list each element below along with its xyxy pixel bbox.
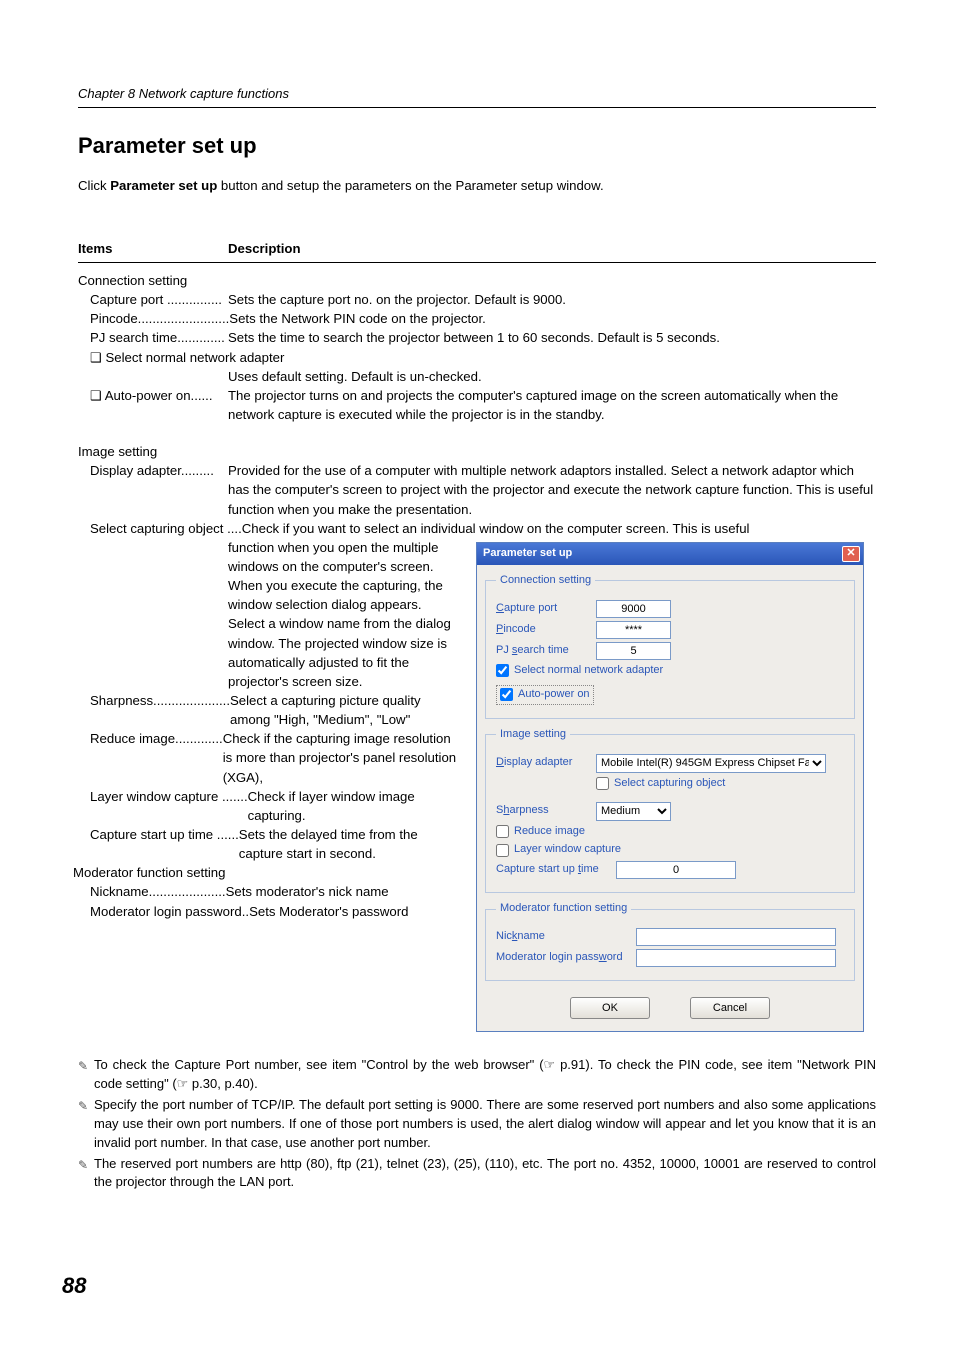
sharpness-label: Sharpness bbox=[90, 693, 153, 708]
cancel-button[interactable]: Cancel bbox=[690, 997, 770, 1019]
moderator-password-label: Moderator login password bbox=[90, 904, 242, 919]
capture-port-desc: Sets the capture port no. on the project… bbox=[228, 290, 876, 309]
normal-adapter-checkbox[interactable] bbox=[496, 664, 509, 677]
moderator-password-desc: Sets Moderator's password bbox=[249, 902, 458, 921]
reduce-image-checkbox[interactable] bbox=[496, 825, 509, 838]
pencil-icon: ✎ bbox=[78, 1096, 94, 1153]
dlg-sharpness-label: Sharpness bbox=[496, 803, 596, 819]
ok-button[interactable]: OK bbox=[570, 997, 650, 1019]
sharpness-select[interactable]: Medium bbox=[596, 802, 671, 821]
dots: ...... bbox=[191, 388, 213, 403]
image-setting-heading: Image setting bbox=[78, 442, 876, 461]
reduce-image-desc: Check if the capturing image resolution … bbox=[223, 729, 458, 786]
pjsearch-label: PJ search time bbox=[90, 330, 177, 345]
display-adapter-select[interactable]: Mobile Intel(R) 945GM Express Chipset Fa… bbox=[596, 754, 826, 773]
dialog-title: Parameter set up bbox=[483, 546, 572, 562]
layer-window-capture-checkbox[interactable] bbox=[496, 844, 509, 857]
select-capturing-object-label: Select capturing object bbox=[90, 521, 223, 536]
image-setting-group: Image setting Display adapter Mobile Int… bbox=[485, 727, 855, 894]
sharpness-desc: Select a capturing picture quality among… bbox=[230, 691, 458, 729]
dots: ............... bbox=[163, 292, 222, 307]
dlg-nickname-label: Nickname bbox=[496, 929, 636, 945]
moderator-setting-group: Moderator function setting Nickname Mode… bbox=[485, 901, 855, 981]
pincode-desc: Sets the Network PIN code on the project… bbox=[229, 309, 876, 328]
dots: ......... bbox=[181, 463, 214, 478]
dialog-titlebar[interactable]: Parameter set up ✕ bbox=[477, 543, 863, 565]
dlg-pjsearch-label: PJ search time bbox=[496, 643, 596, 659]
close-icon[interactable]: ✕ bbox=[842, 546, 860, 562]
normal-adapter-desc: Uses default setting. Default is un-chec… bbox=[78, 367, 876, 386]
dots: .... bbox=[223, 521, 241, 536]
capture-startup-label: Capture start up time bbox=[90, 827, 213, 842]
autopower-label: ❑ Auto-power on bbox=[90, 388, 191, 403]
dots: .. bbox=[242, 904, 249, 919]
col-items: Items bbox=[78, 239, 228, 258]
select-capturing-object-checkbox[interactable] bbox=[596, 777, 609, 790]
dots: ..................... bbox=[149, 884, 226, 899]
dots: ....... bbox=[218, 789, 247, 804]
dlg-display-adapter-label: Display adapter bbox=[496, 755, 596, 771]
intro-bold: Parameter set up bbox=[110, 178, 217, 193]
display-adapter-label: Display adapter bbox=[90, 463, 181, 478]
display-adapter-desc: Provided for the use of a computer with … bbox=[228, 461, 876, 518]
dlg-csu-label: Capture start up time bbox=[496, 862, 616, 878]
dlg-capture-port-label: Capture port bbox=[496, 601, 596, 617]
select-capturing-object-desc-wide: Check if you want to select an individua… bbox=[242, 519, 876, 538]
dlg-lwc-label: Layer window capture bbox=[514, 842, 621, 858]
page-title: Parameter set up bbox=[78, 130, 876, 162]
dots: ......................... bbox=[138, 311, 230, 326]
nickname-label: Nickname bbox=[90, 884, 149, 899]
intro-text: Click Parameter set up button and setup … bbox=[78, 176, 876, 195]
pencil-icon: ✎ bbox=[78, 1155, 94, 1193]
nickname-input[interactable] bbox=[636, 928, 836, 946]
dlg-sco-label: Select capturing object bbox=[614, 776, 725, 792]
intro-prefix: Click bbox=[78, 178, 110, 193]
dlg-modpw-label: Moderator login password bbox=[496, 950, 636, 966]
normal-adapter-label: ❑ Select normal network adapter bbox=[78, 348, 284, 367]
table-header: Items Description bbox=[78, 239, 876, 263]
note-2: Specify the port number of TCP/IP. The d… bbox=[94, 1096, 876, 1153]
dlg-normal-adapter-label: Select normal network adapter bbox=[514, 663, 663, 679]
dots: ..................... bbox=[153, 693, 230, 708]
capture-startup-desc: Sets the delayed time from the capture s… bbox=[239, 825, 458, 863]
connection-setting-legend: Connection setting bbox=[496, 573, 595, 589]
connection-setting-group: Connection setting Capture port Pincode … bbox=[485, 573, 855, 719]
image-setting-legend: Image setting bbox=[496, 727, 570, 743]
capture-port-input[interactable] bbox=[596, 600, 671, 618]
pencil-icon: ✎ bbox=[78, 1056, 94, 1094]
dlg-auto-power-label: Auto-power on bbox=[518, 687, 590, 703]
layer-window-capture-label: Layer window capture bbox=[90, 789, 218, 804]
chapter-header: Chapter 8 Network capture functions bbox=[78, 86, 289, 101]
layer-window-capture-desc: Check if layer window image capturing. bbox=[248, 787, 458, 825]
dots: ...... bbox=[213, 827, 239, 842]
note-1: To check the Capture Port number, see it… bbox=[94, 1056, 876, 1094]
reduce-image-label: Reduce image bbox=[90, 731, 175, 746]
capture-startup-input[interactable] bbox=[616, 861, 736, 879]
dots: ............. bbox=[175, 731, 223, 746]
autopower-desc: The projector turns on and projects the … bbox=[228, 386, 876, 424]
moderator-setting-heading: Moderator function setting bbox=[73, 863, 458, 882]
moderator-password-input[interactable] bbox=[636, 949, 836, 967]
connection-setting-heading: Connection setting bbox=[78, 271, 876, 290]
dots: ............. bbox=[177, 330, 225, 345]
parameter-setup-dialog: Parameter set up ✕ Connection setting Ca… bbox=[476, 542, 864, 1033]
moderator-setting-legend: Moderator function setting bbox=[496, 901, 631, 917]
page-number: 88 bbox=[62, 1270, 86, 1302]
pjsearch-desc: Sets the time to search the projector be… bbox=[228, 328, 876, 347]
pincode-label: Pincode bbox=[90, 311, 138, 326]
col-description: Description bbox=[228, 239, 301, 258]
auto-power-checkbox[interactable] bbox=[500, 688, 513, 701]
intro-suffix: button and setup the parameters on the P… bbox=[217, 178, 603, 193]
dlg-pincode-label: Pincode bbox=[496, 622, 596, 638]
select-capturing-object-desc-narrow: function when you open the multiple wind… bbox=[78, 538, 458, 691]
note-3: The reserved port numbers are http (80),… bbox=[94, 1155, 876, 1193]
pjsearch-input[interactable] bbox=[596, 642, 671, 660]
capture-port-label: Capture port bbox=[90, 292, 163, 307]
nickname-desc: Sets moderator's nick name bbox=[226, 882, 458, 901]
dlg-reduce-image-label: Reduce image bbox=[514, 824, 585, 840]
pincode-input[interactable] bbox=[596, 621, 671, 639]
